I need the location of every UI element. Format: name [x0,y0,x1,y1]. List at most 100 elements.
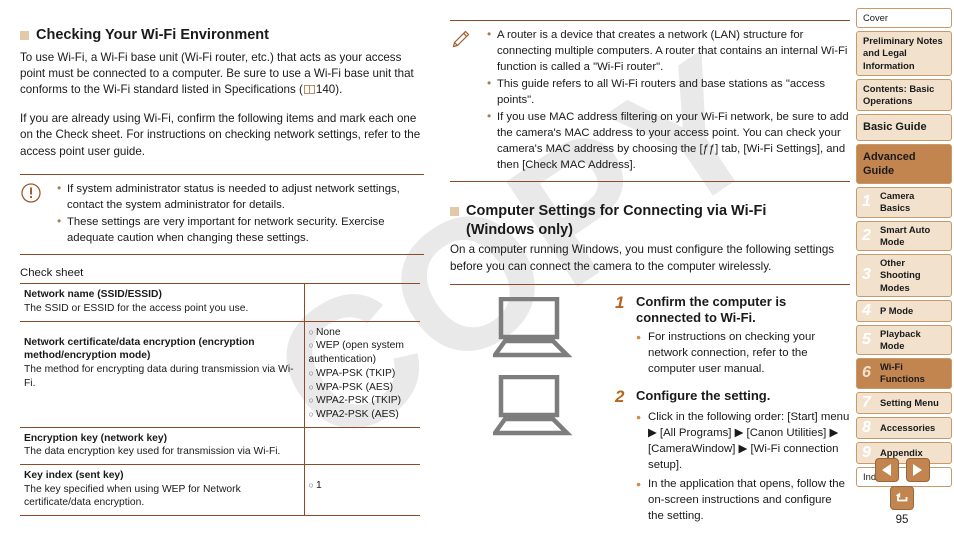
left-paragraph-2: If you are already using Wi-Fi, confirm … [20,111,421,158]
row-desc: The method for encrypting data during tr… [24,364,294,389]
page-nav-arrows [856,458,948,482]
previous-page-button[interactable] [874,458,899,482]
sidebar-item-number: 2 [862,226,871,244]
right-section-heading: Computer Settings for Connecting via Wi-… [450,202,850,239]
sidebar-item-label: Camera Basics [880,190,915,214]
sidebar-item-label: Smart Auto Mode [880,223,931,247]
steps-area: 1 Confirm the computer is connected to W… [450,284,850,534]
left-paragraph-1-part-a: To use Wi-Fi, a Wi-Fi base unit (Wi-Fi r… [20,50,414,97]
sidebar-item-number: 5 [862,330,871,348]
left-column: Checking Your Wi-Fi Environment To use W… [20,0,424,517]
option-item[interactable]: 1 [309,479,415,493]
page-controls: 95 [856,458,948,526]
sidebar-item-cover[interactable]: Cover [856,8,952,29]
sidebar-item-p-mode[interactable]: 4 P Mode [856,299,952,322]
caution-item: These settings are very important for ne… [56,213,424,246]
steps-list: 1 Confirm the computer is connected to W… [615,293,850,534]
laptop-icon [492,375,572,436]
option-item[interactable]: WPA2-PSK (AES) [309,408,415,422]
table-cell-description: Key index (sent key) The key specified w… [20,463,305,517]
sidebar-item-label: Setting Menu [880,396,939,408]
option-item[interactable]: WEP (open system authentication) [309,339,415,366]
sidebar-item-label: Appendix [880,446,923,458]
sidebar-item-label: Contents: Basic Operations [863,82,935,107]
right-heading-line-2: (Windows only) [466,221,573,238]
note-list: A router is a device that creates a netw… [486,26,850,174]
table-row: Network certificate/data encryption (enc… [20,320,420,428]
row-title: Network name (SSID/ESSID) [24,289,162,301]
sidebar-item-preliminary-notes[interactable]: Preliminary Notes and Legal Information [856,31,952,76]
right-column: A router is a device that creates a netw… [450,0,850,534]
step-title: Configure the setting. [636,387,771,403]
step-1: 1 Confirm the computer is connected to W… [615,293,850,326]
sidebar-item-label: P Mode [880,304,914,316]
bullet-item: Click in the following order: [Start] me… [636,410,850,474]
step-title: Confirm the computer is connected to Wi-… [636,294,787,326]
sidebar-item-number: 7 [862,393,871,411]
section-bullet-square [450,207,459,217]
sidebar-item-label: Preliminary Notes and Legal Information [863,35,943,71]
sidebar-item-wifi-functions[interactable]: 6 Wi-Fi Functions [856,358,952,389]
chevron-left-icon [882,464,891,476]
step-2-bullets: Click in the following order: [Start] me… [636,410,850,525]
sidebar-item-label: Cover [863,12,889,23]
next-page-button[interactable] [905,458,930,482]
section-bullet-square [20,31,29,40]
option-item[interactable]: None [309,326,415,340]
left-paragraph-1-part-b: 140). [315,83,343,97]
chevron-right-icon [913,464,922,476]
sidebar-item-smart-auto-mode[interactable]: 2 Smart Auto Mode [856,220,952,252]
left-section-heading: Checking Your Wi-Fi Environment [20,26,424,45]
sidebar-item-label: Wi-Fi Functions [880,361,925,385]
caution-icon [20,181,50,247]
table-cell-options [304,283,420,322]
note-item: This guide refers to all Wi-Fi routers a… [486,75,850,108]
sidebar-item-label: Basic Guide [863,121,927,134]
table-row: Network name (SSID/ESSID) The SSID or ES… [20,283,420,322]
row-title: Key index (sent key) [24,469,124,481]
option-item[interactable]: WPA-PSK (AES) [309,381,415,395]
row-title: Network certificate/data encryption (enc… [24,336,255,362]
sidebar-item-number: 3 [862,266,871,284]
sidebar-navigation: Cover Preliminary Notes and Legal Inform… [856,8,952,490]
sidebar-item-number: 4 [862,301,871,319]
sidebar-item-label: Other Shooting Modes [880,257,921,293]
sidebar-item-accessories[interactable]: 8 Accessories [856,416,952,439]
sidebar-item-camera-basics[interactable]: 1 Camera Basics [856,187,952,218]
sidebar-item-basic-guide[interactable]: Basic Guide [856,114,952,141]
step-number: 1 [615,293,625,313]
row-title: Encryption key (network key) [24,432,168,444]
sidebar-item-playback-mode[interactable]: 5 Playback Mode [856,324,952,356]
laptop-icon [492,297,572,358]
table-cell-options: None WEP (open system authentication) WP… [304,320,420,428]
note-item: A router is a device that creates a netw… [486,26,850,75]
table-cell-description: Network certificate/data encryption (enc… [20,320,305,428]
table-row: Key index (sent key) The key specified w… [20,463,420,517]
right-heading-text: Computer Settings for Connecting via Wi-… [466,202,766,239]
option-item[interactable]: WPA2-PSK (TKIP) [309,394,415,408]
check-sheet-label: Check sheet [20,267,84,280]
table-cell-description: Encryption key (network key) The data en… [20,426,305,465]
sidebar-item-contents[interactable]: Contents: Basic Operations [856,78,952,112]
sidebar-item-advanced-guide[interactable]: Advanced Guide [856,143,952,185]
caution-callout: If system administrator status is needed… [20,174,424,256]
caution-item: If system administrator status is needed… [56,180,424,213]
sidebar-item-number: 6 [862,364,871,382]
sidebar-item-other-shooting-modes[interactable]: 3 Other Shooting Modes [856,254,952,297]
table-row: Encryption key (network key) The data en… [20,426,420,465]
row-desc: The SSID or ESSID for the access point y… [24,303,249,315]
manual-page: COPY Checking Your Wi-Fi Environment To … [0,0,954,534]
left-heading-text: Checking Your Wi-Fi Environment [36,27,269,43]
sidebar-item-number: 1 [862,193,871,211]
bullet-item: For instructions on checking your networ… [636,330,850,378]
left-paragraph-1: To use Wi-Fi, a Wi-Fi base unit (Wi-Fi r… [20,50,424,99]
back-button[interactable] [890,486,914,510]
sidebar-item-setting-menu[interactable]: 7 Setting Menu [856,391,952,414]
sidebar-item-label: Advanced Guide [863,150,916,177]
check-sheet-table: Network name (SSID/ESSID) The SSID or ES… [20,283,420,517]
step-number: 2 [615,386,625,406]
sidebar-item-label: Accessories [880,421,936,433]
page-number: 95 [895,514,909,526]
option-item[interactable]: WPA-PSK (TKIP) [309,367,415,381]
caution-list: If system administrator status is needed… [56,180,424,247]
